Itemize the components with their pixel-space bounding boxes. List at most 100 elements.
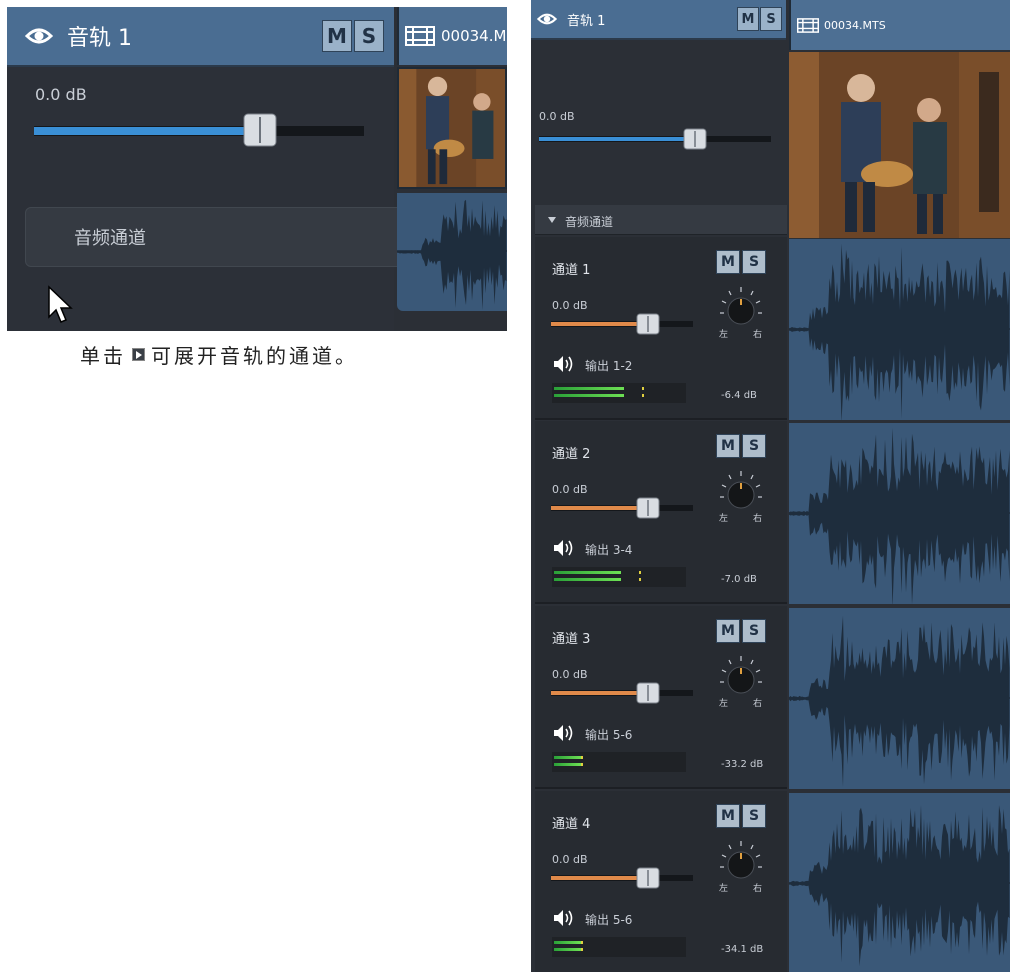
- channel-volume-value: 0.0 dB: [552, 299, 588, 312]
- mute-button[interactable]: M: [322, 20, 352, 52]
- channel-output-label[interactable]: 输出 1-2: [585, 357, 632, 374]
- channel-level-value: -6.4 dB: [721, 390, 757, 401]
- collapse-triangle-icon: [548, 217, 556, 223]
- audio-channels-label: 音频通道: [565, 215, 614, 229]
- caption: 单击 可展开音轨的通道。: [80, 340, 358, 369]
- pan-right-label: 右: [753, 514, 763, 524]
- channel-solo-button[interactable]: S: [742, 250, 766, 274]
- pan-left-label: 左: [719, 330, 729, 340]
- channel-strip: 通道 1 M S 0.0 dB 左 右 输出 1-2 -6.4 dB: [535, 237, 787, 420]
- channel-volume-slider[interactable]: [551, 497, 693, 521]
- clip-thumbnail[interactable]: [397, 67, 507, 189]
- speaker-icon[interactable]: [553, 539, 575, 557]
- channel-strip: 通道 2 M S 0.0 dB 左 右 输出 3-4 -7.0 dB: [535, 421, 787, 604]
- pan-left-label: 左: [719, 884, 729, 894]
- pan-knob[interactable]: 左 右: [715, 654, 767, 710]
- track-volume-slider[interactable]: [539, 128, 771, 152]
- channel-waveform[interactable]: [789, 239, 1010, 420]
- channel-waveform[interactable]: [789, 608, 1010, 789]
- clip-name: 00034.M: [441, 27, 507, 45]
- audio-channels-toggle[interactable]: 音频通道: [535, 205, 787, 235]
- channel-mute-button[interactable]: M: [716, 250, 740, 274]
- solo-button[interactable]: S: [760, 7, 782, 31]
- waveform-graphic: [789, 615, 1010, 787]
- pan-knob[interactable]: 左 右: [715, 285, 767, 341]
- speaker-icon[interactable]: [553, 909, 575, 927]
- expand-triangle-icon: [132, 348, 145, 361]
- pan-right-label: 右: [753, 884, 763, 894]
- channel-waveform[interactable]: [789, 423, 1010, 604]
- track-title: 音轨 1: [567, 13, 606, 29]
- track-expanded-view: 音轨 1 M S 0.0 dB 音频通道 通道 1 M S 0.0 dB 左 右…: [531, 0, 1010, 972]
- level-meter-bar: [554, 578, 621, 581]
- level-meter-bar: [554, 571, 621, 574]
- channel-name: 通道 2: [552, 447, 591, 462]
- peak-marker: [581, 756, 583, 759]
- channel-volume-slider[interactable]: [551, 682, 693, 706]
- solo-button[interactable]: S: [354, 20, 384, 52]
- channel-ms-group: M S: [716, 250, 766, 274]
- clip-waveform[interactable]: [397, 193, 507, 311]
- level-meter-bar: [554, 941, 581, 944]
- clip-title-bar[interactable]: 00034.M: [397, 7, 507, 65]
- level-meter: [552, 383, 686, 403]
- waveform-graphic: [397, 199, 507, 311]
- waveform-graphic: [789, 428, 1010, 604]
- peak-marker: [581, 948, 583, 951]
- level-meter-bar: [554, 387, 624, 390]
- level-meter-bar: [554, 948, 581, 951]
- pan-knob[interactable]: 左 右: [715, 839, 767, 895]
- channel-solo-button[interactable]: S: [742, 804, 766, 828]
- channel-output-label[interactable]: 输出 3-4: [585, 541, 632, 558]
- channel-output-label[interactable]: 输出 5-6: [585, 726, 632, 743]
- cursor-icon: [48, 285, 73, 323]
- channel-volume-value: 0.0 dB: [552, 483, 588, 496]
- eye-icon[interactable]: [25, 22, 53, 50]
- channel-waveform[interactable]: [789, 793, 1010, 972]
- pan-left-label: 左: [719, 699, 729, 709]
- channel-level-value: -33.2 dB: [721, 759, 764, 770]
- channel-ms-group: M S: [716, 619, 766, 643]
- speaker-icon[interactable]: [553, 724, 575, 742]
- speaker-icon[interactable]: [553, 355, 575, 373]
- audio-channels-label: 音频通道: [74, 228, 146, 249]
- channel-volume-slider[interactable]: [551, 313, 693, 337]
- peak-marker: [581, 941, 583, 944]
- channel-strip: 通道 3 M S 0.0 dB 左 右 输出 5-6 -33.2 dB: [535, 606, 787, 789]
- waveform-graphic: [789, 804, 1010, 967]
- channel-name: 通道 4: [552, 817, 591, 832]
- film-icon: [797, 17, 819, 33]
- channel-mute-button[interactable]: M: [716, 434, 740, 458]
- channel-solo-button[interactable]: S: [742, 434, 766, 458]
- peak-marker: [581, 763, 583, 766]
- clip-title-bar[interactable]: 00034.MTS: [789, 0, 1010, 50]
- track-volume-value: 0.0 dB: [539, 110, 575, 123]
- pan-knob-icon: [720, 656, 762, 694]
- channel-volume-value: 0.0 dB: [552, 668, 588, 681]
- track-volume-value: 0.0 dB: [35, 85, 87, 104]
- eye-icon[interactable]: [537, 9, 557, 29]
- track-header-zoomed: 音轨 1 M S 0.0 dB 音频通道 00034.M: [7, 7, 507, 331]
- channel-mute-button[interactable]: M: [716, 619, 740, 643]
- pan-right-label: 右: [753, 699, 763, 709]
- channel-solo-button[interactable]: S: [742, 619, 766, 643]
- level-meter: [552, 567, 686, 587]
- mute-button[interactable]: M: [737, 7, 759, 31]
- channel-strip: 通道 4 M S 0.0 dB 左 右 输出 5-6 -34.1 dB: [535, 791, 787, 972]
- channel-level-value: -7.0 dB: [721, 574, 757, 585]
- level-meter-bar: [554, 756, 581, 759]
- channel-mute-button[interactable]: M: [716, 804, 740, 828]
- track-volume-slider[interactable]: [34, 112, 364, 156]
- channel-output-label[interactable]: 输出 5-6: [585, 911, 632, 928]
- caption-after: 可展开音轨的通道。: [151, 344, 358, 368]
- film-icon: [405, 26, 435, 46]
- audio-channels-toggle[interactable]: 音频通道: [25, 207, 405, 267]
- peak-marker: [642, 387, 644, 390]
- pan-knob-icon: [720, 841, 762, 879]
- pan-knob-icon: [720, 471, 762, 509]
- pan-knob[interactable]: 左 右: [715, 469, 767, 525]
- clip-thumbnail[interactable]: [789, 52, 1010, 238]
- channel-volume-slider[interactable]: [551, 867, 693, 891]
- level-meter: [552, 752, 686, 772]
- clip-name: 00034.MTS: [824, 18, 886, 32]
